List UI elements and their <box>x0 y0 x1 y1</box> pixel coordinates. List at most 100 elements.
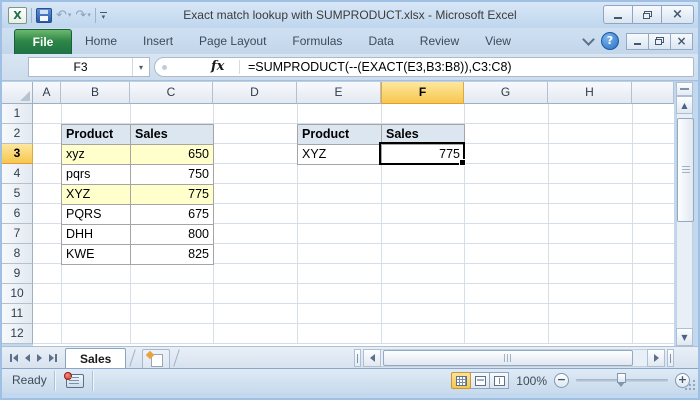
restore-button[interactable] <box>632 5 662 24</box>
name-box[interactable]: F3 ▾ <box>28 57 150 77</box>
view-shortcuts <box>451 372 510 389</box>
cell-c3[interactable]: 650 <box>131 145 214 165</box>
zoom-slider-track[interactable] <box>576 373 668 387</box>
row-header-7[interactable]: 7 <box>2 224 33 244</box>
worksheet-canvas[interactable]: Product Sales xyz 650 pqrs 750 XYZ 775 P… <box>33 104 674 346</box>
ribbon-right-controls: ? × <box>582 32 693 50</box>
cell-b7[interactable]: DHH <box>62 225 131 245</box>
zoom-level[interactable]: 100% <box>516 374 547 388</box>
thumb-grip-icon <box>504 354 512 362</box>
sheet-tab-sales[interactable]: Sales <box>65 347 127 370</box>
cell-b8[interactable]: KWE <box>62 245 131 265</box>
column-headers: A B C D E F G H <box>2 82 674 104</box>
row-header-5[interactable]: 5 <box>2 184 33 204</box>
normal-view-button[interactable] <box>451 372 472 389</box>
resize-grip-icon[interactable] <box>693 388 695 390</box>
column-header-c[interactable]: C <box>130 82 213 104</box>
tab-home[interactable]: Home <box>72 29 130 54</box>
tab-data[interactable]: Data <box>355 29 406 54</box>
row-header-2[interactable]: 2 <box>2 124 33 144</box>
column-header-a[interactable]: A <box>33 82 61 104</box>
expand-ribbon-chevron-icon[interactable] <box>582 33 595 46</box>
table-header-cell[interactable]: Product <box>298 125 382 145</box>
insert-worksheet-button[interactable] <box>142 348 171 370</box>
formula-input[interactable]: fx =SUMPRODUCT(--(EXACT(E3,B3:B8)),C3:C8… <box>154 57 694 77</box>
page-layout-icon <box>474 375 486 386</box>
vertical-scroll-thumb[interactable] <box>677 118 694 222</box>
zoom-in-button[interactable]: + <box>675 373 690 388</box>
column-header-b[interactable]: B <box>61 82 130 104</box>
window-title: Exact match lookup with SUMPRODUCT.xlsx … <box>183 8 517 22</box>
minimize-button[interactable] <box>603 5 633 24</box>
column-header-f[interactable]: F <box>381 82 464 104</box>
next-sheet-button[interactable] <box>37 354 42 362</box>
active-cell-selection[interactable] <box>379 142 466 166</box>
cell-b3[interactable]: xyz <box>62 145 131 165</box>
row-header-8[interactable]: 8 <box>2 244 33 264</box>
name-box-dropdown-icon[interactable]: ▾ <box>132 58 149 76</box>
tab-formulas[interactable]: Formulas <box>279 29 355 54</box>
close-button[interactable]: × <box>661 5 694 24</box>
previous-sheet-button[interactable] <box>25 354 30 362</box>
first-sheet-button[interactable] <box>10 354 18 362</box>
formula-bar-grip-icon[interactable] <box>162 65 167 70</box>
cell-b6[interactable]: PQRS <box>62 205 131 225</box>
row-header-10[interactable]: 10 <box>2 284 33 304</box>
row-header-12[interactable]: 12 <box>2 324 33 344</box>
scroll-left-button[interactable] <box>363 349 381 367</box>
cell-b5[interactable]: XYZ <box>62 185 131 205</box>
column-header-d[interactable]: D <box>213 82 297 104</box>
zoom-slider-thumb[interactable] <box>617 373 626 387</box>
column-header-h[interactable]: H <box>548 82 632 104</box>
restore-icon <box>655 37 664 45</box>
page-layout-view-button[interactable] <box>470 372 491 389</box>
table-header-cell[interactable]: Sales <box>131 125 214 145</box>
tab-page-layout[interactable]: Page Layout <box>186 29 279 54</box>
cell-c8[interactable]: 825 <box>131 245 214 265</box>
tab-insert[interactable]: Insert <box>130 29 186 54</box>
scroll-up-button[interactable]: ▲ <box>676 96 693 114</box>
zoom-out-button[interactable]: − <box>554 373 569 388</box>
horizontal-split-handle[interactable] <box>667 349 674 367</box>
split-handle-icon <box>670 353 671 363</box>
cell-c6[interactable]: 675 <box>131 205 214 225</box>
workbook-minimize-button[interactable] <box>626 32 649 50</box>
tab-view[interactable]: View <box>472 29 524 54</box>
horizontal-scroll-thumb[interactable] <box>383 350 633 366</box>
horizontal-scroll-track[interactable] <box>381 349 647 367</box>
row-header-1[interactable]: 1 <box>2 104 33 124</box>
status-bar: Ready 100% − + <box>2 368 698 393</box>
last-sheet-button[interactable] <box>49 354 57 362</box>
select-all-button[interactable] <box>2 82 33 104</box>
cell-c4[interactable]: 750 <box>131 165 214 185</box>
tab-file[interactable]: File <box>14 29 72 54</box>
row-header-11[interactable]: 11 <box>2 304 33 324</box>
workbook-close-button[interactable]: × <box>670 32 693 50</box>
help-icon[interactable]: ? <box>601 32 619 50</box>
cell-c7[interactable]: 800 <box>131 225 214 245</box>
fill-handle[interactable] <box>459 159 466 166</box>
tab-review[interactable]: Review <box>407 29 472 54</box>
scroll-right-button[interactable] <box>647 349 665 367</box>
column-header-partial[interactable] <box>632 82 674 104</box>
arrow-left-icon <box>25 354 30 362</box>
scroll-down-button[interactable]: ▼ <box>676 328 693 346</box>
column-header-e[interactable]: E <box>297 82 381 104</box>
insert-function-icon[interactable]: fx <box>211 59 224 74</box>
row-header-4[interactable]: 4 <box>2 164 33 184</box>
workbook-restore-button[interactable] <box>648 32 671 50</box>
row-header-9[interactable]: 9 <box>2 264 33 284</box>
vertical-split-handle[interactable] <box>676 82 693 96</box>
row-header-6[interactable]: 6 <box>2 204 33 224</box>
table-header-cell[interactable]: Product <box>62 125 131 145</box>
tab-split-handle[interactable] <box>354 349 361 367</box>
page-break-view-button[interactable] <box>489 372 510 389</box>
row-header-3[interactable]: 3 <box>2 144 33 164</box>
column-header-g[interactable]: G <box>464 82 548 104</box>
macro-record-icon[interactable] <box>64 372 84 388</box>
title-bar[interactable]: X ↶ ▾ ↷ ▾ ▾ Exact match lookup with SUMP… <box>2 2 698 28</box>
cell-c5[interactable]: 775 <box>131 185 214 205</box>
cell-e3[interactable]: XYZ <box>298 145 382 165</box>
vertical-scroll-track[interactable] <box>676 114 694 328</box>
cell-b4[interactable]: pqrs <box>62 165 131 185</box>
